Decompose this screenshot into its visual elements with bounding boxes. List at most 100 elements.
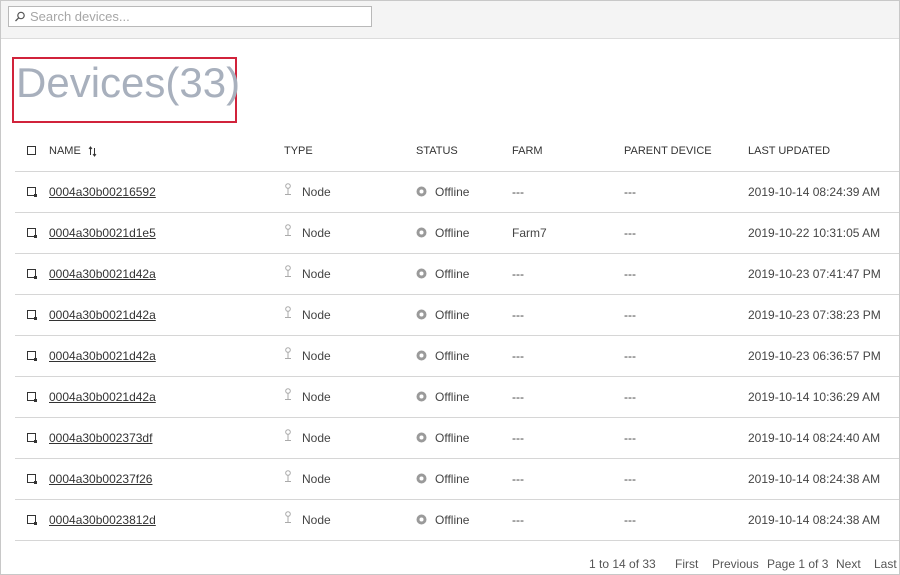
column-header-farm[interactable]: FARM (512, 131, 543, 171)
row-checkbox[interactable] (27, 474, 37, 484)
pagination-range: 1 to 14 of 33 (589, 557, 656, 571)
device-type-label: Node (302, 513, 331, 527)
device-last-updated: 2019-10-14 08:24:38 AM (748, 513, 881, 527)
device-status-label: Offline (435, 226, 470, 240)
device-status: Offline (416, 213, 469, 253)
column-header-last-updated[interactable]: LAST UPDATED (748, 131, 830, 171)
device-name-link[interactable]: 0004a30b0021d42a (49, 267, 156, 281)
search-input[interactable] (29, 7, 371, 26)
device-last-updated: 2019-10-23 06:36:57 PM (748, 349, 881, 363)
device-status: Offline (416, 418, 469, 458)
device-status: Offline (416, 295, 469, 335)
device-type: Node (284, 336, 331, 376)
table-row: 0004a30b0021d42a Node Offline --- --- 2019-10… (15, 336, 899, 377)
node-icon (285, 388, 291, 401)
device-last-updated: 2019-10-14 08:24:39 AM (748, 185, 881, 199)
device-name-link[interactable]: 0004a30b0021d42a (49, 308, 156, 322)
search-box[interactable] (8, 6, 372, 27)
device-status-label: Offline (435, 431, 470, 445)
device-parent: --- (624, 267, 636, 281)
device-name-link[interactable]: 0004a30b0021d1e5 (49, 226, 156, 240)
device-status-label: Offline (435, 513, 470, 527)
device-farm: --- (512, 185, 524, 199)
node-icon (285, 429, 291, 442)
row-checkbox[interactable] (27, 433, 37, 443)
table-row: 0004a30b0021d42a Node Offline --- --- 2019-10… (15, 254, 899, 295)
device-status-label: Offline (435, 349, 470, 363)
app-window: Devices(33) NAME TYPE STATUS FARM PARENT… (0, 0, 900, 575)
offline-status-icon (416, 186, 427, 197)
devices-table: NAME TYPE STATUS FARM PARENT DEVICE LAST… (15, 131, 899, 541)
node-icon (285, 470, 291, 483)
device-name-link[interactable]: 0004a30b002373df (49, 431, 152, 445)
table-row: 0004a30b00216592 Node Offline --- --- 2019-10… (15, 172, 899, 213)
device-name-link[interactable]: 0004a30b0021d42a (49, 349, 156, 363)
device-type: Node (284, 418, 331, 458)
device-last-updated: 2019-10-14 08:24:40 AM (748, 431, 881, 445)
select-all-checkbox[interactable] (27, 146, 36, 155)
pagination-last-button[interactable]: Last (874, 554, 897, 574)
row-checkbox[interactable] (27, 351, 37, 361)
offline-status-icon (416, 473, 427, 484)
column-header-parent-device[interactable]: PARENT DEVICE (624, 131, 712, 171)
pagination-page-indicator: Page 1 of 3 (767, 557, 829, 571)
device-status: Offline (416, 500, 469, 540)
device-parent: --- (624, 472, 636, 486)
device-farm: --- (512, 431, 524, 445)
table-body: 0004a30b00216592 Node Offline --- --- 2019-10… (15, 172, 899, 541)
offline-status-icon (416, 391, 427, 402)
device-type: Node (284, 254, 331, 294)
device-farm: --- (512, 267, 524, 281)
row-checkbox[interactable] (27, 310, 37, 320)
device-type-label: Node (302, 185, 331, 199)
pagination-first-button[interactable]: First (675, 554, 698, 574)
pagination-previous-button[interactable]: Previous (712, 554, 759, 574)
device-type: Node (284, 459, 331, 499)
device-last-updated: 2019-10-14 08:24:38 AM (748, 472, 881, 486)
device-name-link[interactable]: 0004a30b0023812d (49, 513, 156, 527)
column-header-name-label: NAME (49, 145, 81, 157)
device-status: Offline (416, 336, 469, 376)
device-status: Offline (416, 377, 469, 417)
device-parent: --- (624, 431, 636, 445)
device-name-link[interactable]: 0004a30b00237f26 (49, 472, 152, 486)
node-icon (285, 347, 291, 360)
row-checkbox[interactable] (27, 392, 37, 402)
page-title: Devices(33) (16, 59, 241, 106)
device-status-label: Offline (435, 390, 470, 404)
table-row: 0004a30b0023812d Node Offline --- --- 2019-10… (15, 500, 899, 541)
device-parent: --- (624, 185, 636, 199)
device-status-label: Offline (435, 308, 470, 322)
device-type: Node (284, 500, 331, 540)
column-header-type[interactable]: TYPE (284, 131, 313, 171)
pagination-next-button[interactable]: Next (836, 554, 861, 574)
device-status-label: Offline (435, 472, 470, 486)
device-name-link[interactable]: 0004a30b00216592 (49, 185, 156, 199)
row-checkbox[interactable] (27, 228, 37, 238)
device-farm: --- (512, 513, 524, 527)
table-row: 0004a30b00237f26 Node Offline --- --- 2019-10… (15, 459, 899, 500)
row-checkbox[interactable] (27, 515, 37, 525)
row-checkbox[interactable] (27, 187, 37, 197)
device-farm: --- (512, 349, 524, 363)
device-status-label: Offline (435, 185, 470, 199)
device-parent: --- (624, 349, 636, 363)
node-icon (285, 511, 291, 524)
column-header-status[interactable]: STATUS (416, 131, 458, 171)
sort-icon[interactable] (88, 145, 97, 157)
device-parent: --- (624, 390, 636, 404)
device-type-label: Node (302, 472, 331, 486)
device-type-label: Node (302, 390, 331, 404)
device-parent: --- (624, 308, 636, 322)
offline-status-icon (416, 514, 427, 525)
row-checkbox[interactable] (27, 269, 37, 279)
device-type: Node (284, 213, 331, 253)
table-header: NAME TYPE STATUS FARM PARENT DEVICE LAST… (15, 131, 899, 172)
offline-status-icon (416, 227, 427, 238)
column-header-name[interactable]: NAME (49, 131, 97, 171)
device-type-label: Node (302, 267, 331, 281)
top-toolbar (1, 1, 899, 39)
device-status: Offline (416, 254, 469, 294)
device-type: Node (284, 172, 331, 212)
device-name-link[interactable]: 0004a30b0021d42a (49, 390, 156, 404)
